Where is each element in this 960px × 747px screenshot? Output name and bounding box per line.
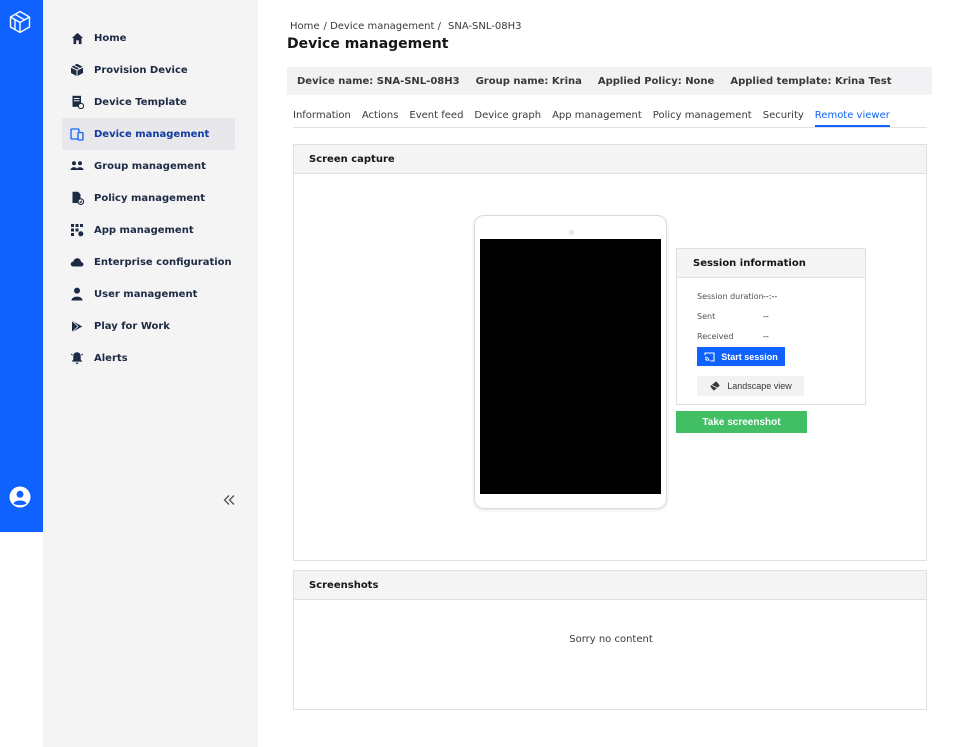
sidebar-item-provision-device[interactable]: Provision Device: [62, 54, 235, 86]
applied-template: Applied template: Krina Test: [730, 75, 892, 87]
user-icon: [70, 287, 84, 301]
device-name: Device name: SNA-SNL-08H3: [297, 75, 460, 87]
sidebar-item-user-management[interactable]: User management: [62, 278, 235, 310]
take-screenshot-button[interactable]: Take screenshot: [676, 411, 807, 433]
tab-remote-viewer[interactable]: Remote viewer: [814, 108, 890, 127]
screen-capture-title: Screen capture: [294, 145, 926, 174]
session-duration-value: --:--: [763, 292, 778, 301]
sidebar-item-device-template[interactable]: Device Template: [62, 86, 235, 118]
remote-screen[interactable]: [480, 239, 661, 494]
tab-app-management[interactable]: App management: [552, 108, 642, 127]
sidebar-item-label: Home: [94, 32, 127, 44]
sidebar-item-label: Device management: [94, 128, 210, 140]
provision-cube-icon: [70, 63, 84, 77]
sidebar: Home Provision Device Device Template De…: [43, 0, 258, 747]
applied-policy: Applied Policy: None: [597, 75, 715, 87]
sidebar-item-label: User management: [94, 288, 198, 300]
session-duration-label: Session duration: [697, 292, 764, 301]
sidebar-item-label: App management: [94, 224, 194, 236]
sidebar-item-label: Enterprise configuration: [94, 256, 232, 268]
sidebar-item-play-for-work[interactable]: Play for Work: [62, 310, 235, 342]
screenshots-title: Screenshots: [294, 571, 926, 600]
app-rail: [0, 0, 43, 532]
screenshots-panel: Screenshots Sorry no content: [293, 570, 927, 710]
sidebar-item-device-management[interactable]: Device management: [62, 118, 235, 150]
session-info-title: Session information: [677, 249, 865, 278]
user-avatar-icon[interactable]: [9, 486, 31, 508]
play-store-icon: [70, 319, 84, 333]
start-session-label: Start session: [721, 351, 778, 362]
bell-icon: [70, 351, 84, 365]
device-info-bar: Device name: SNA-SNL-08H3 Group name: Kr…: [287, 67, 932, 95]
template-document-icon: [70, 95, 84, 109]
tab-actions[interactable]: Actions: [362, 108, 399, 127]
breadcrumb: Home / Device management / SNA-SNL-08H3: [290, 21, 522, 32]
home-icon: [70, 31, 84, 45]
sidebar-item-alerts[interactable]: Alerts: [62, 342, 235, 374]
app-grid-icon: [70, 223, 84, 237]
collapse-sidebar-icon[interactable]: [221, 492, 237, 508]
app-logo-icon[interactable]: [8, 10, 32, 34]
sidebar-item-label: Play for Work: [94, 320, 170, 332]
device-tabs: Information Actions Event feed Device gr…: [293, 108, 927, 128]
landscape-view-button[interactable]: Landscape view: [697, 376, 804, 396]
empty-state-text: Sorry no content: [569, 634, 653, 645]
sidebar-item-label: Provision Device: [94, 64, 188, 76]
sidebar-item-app-management[interactable]: App management: [62, 214, 235, 246]
group-name: Group name: Krina: [475, 75, 582, 87]
devices-icon: [70, 127, 84, 141]
tablet-frame: [474, 215, 667, 509]
sidebar-item-label: Group management: [94, 160, 206, 172]
tablet-camera: [569, 230, 574, 235]
received-label: Received: [697, 332, 734, 341]
sent-value: --: [763, 312, 769, 321]
breadcrumb-device: SNA-SNL-08H3: [448, 21, 522, 32]
tab-security[interactable]: Security: [763, 108, 804, 127]
sidebar-item-label: Alerts: [94, 352, 128, 364]
sidebar-item-group-management[interactable]: Group management: [62, 150, 235, 182]
rotate-device-icon: [710, 381, 720, 391]
screen-capture-panel: Screen capture Session information Sessi…: [293, 144, 927, 561]
tab-policy-management[interactable]: Policy management: [653, 108, 752, 127]
tab-event-feed[interactable]: Event feed: [409, 108, 463, 127]
tab-device-graph[interactable]: Device graph: [474, 108, 541, 127]
sidebar-item-label: Policy management: [94, 192, 206, 204]
received-value: --: [763, 332, 769, 341]
sent-label: Sent: [697, 312, 716, 321]
sidebar-item-policy-management[interactable]: Policy management: [62, 182, 235, 214]
main-content: Home / Device management / SNA-SNL-08H3 …: [258, 0, 960, 747]
breadcrumb-device-management[interactable]: / Device management /: [324, 21, 441, 32]
group-people-icon: [70, 159, 84, 173]
tab-information[interactable]: Information: [293, 108, 351, 127]
sidebar-item-label: Device Template: [94, 96, 187, 108]
cloud-icon: [70, 255, 84, 269]
cast-icon: [704, 351, 715, 362]
page-title: Device management: [287, 36, 449, 52]
landscape-view-label: Landscape view: [727, 381, 792, 391]
session-info-card: Session information Session duration --:…: [676, 248, 866, 405]
start-session-button[interactable]: Start session: [697, 347, 785, 366]
sidebar-item-home[interactable]: Home: [62, 22, 235, 54]
policy-document-icon: [70, 191, 84, 205]
breadcrumb-home[interactable]: Home: [290, 21, 320, 32]
sidebar-item-enterprise-configuration[interactable]: Enterprise configuration: [62, 246, 235, 278]
